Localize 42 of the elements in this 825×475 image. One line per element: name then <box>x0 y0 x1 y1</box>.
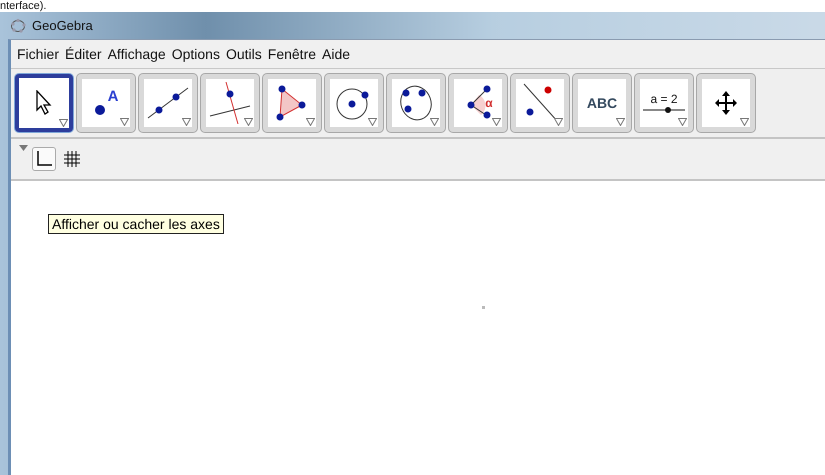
point-label: A <box>108 88 118 104</box>
tool-button[interactable]: ABC <box>573 74 631 132</box>
dropdown-triangle-icon <box>182 118 191 126</box>
dropdown-triangle-icon <box>616 118 625 126</box>
grid-icon <box>63 150 81 168</box>
style-toggle[interactable] <box>32 147 56 171</box>
collapse-triangle-icon <box>19 145 28 151</box>
perpendicular-line-icon <box>208 82 252 124</box>
dropdown-triangle-icon <box>59 119 68 127</box>
axes-icon <box>35 150 53 168</box>
menu-item[interactable]: Éditer <box>62 46 105 62</box>
menu-item[interactable]: Options <box>168 46 223 62</box>
canvas-point <box>482 306 485 309</box>
dropdown-triangle-icon <box>554 118 563 126</box>
dropdown-triangle-icon <box>430 118 439 126</box>
tooltip: Afficher ou cacher les axes <box>48 214 224 234</box>
menu-item[interactable]: Aide <box>319 46 354 62</box>
slider-icon <box>642 106 686 114</box>
tool-button[interactable]: A <box>77 74 135 132</box>
arrow-cursor-icon <box>35 90 53 116</box>
text-tool-label: ABC <box>586 95 618 111</box>
point-icon <box>94 104 106 116</box>
tool-button[interactable] <box>15 74 73 132</box>
menu-item[interactable]: Fichier <box>14 46 62 62</box>
dropdown-triangle-icon <box>368 118 377 126</box>
dropdown-triangle-icon <box>120 118 129 126</box>
dropdown-triangle-icon <box>244 118 253 126</box>
slider-label: a = 2 <box>650 92 678 106</box>
move-icon <box>714 90 738 116</box>
menu-item[interactable]: Fenêtre <box>264 46 320 62</box>
dropdown-triangle-icon <box>678 118 687 126</box>
app-logo-icon <box>10 18 26 34</box>
tool-button[interactable]: α <box>449 74 507 132</box>
menu-item[interactable]: Affichage <box>104 46 169 62</box>
angle-label: α <box>485 96 493 110</box>
dropdown-triangle-icon <box>740 118 749 126</box>
dropdown-triangle-icon <box>306 118 315 126</box>
caption-text: nterface). <box>0 0 46 12</box>
window-title: GeoGebra <box>32 18 93 33</box>
dropdown-triangle-icon <box>492 118 501 126</box>
tool-button[interactable]: a = 2 <box>635 74 693 132</box>
menu-item[interactable]: Outils <box>222 46 265 62</box>
